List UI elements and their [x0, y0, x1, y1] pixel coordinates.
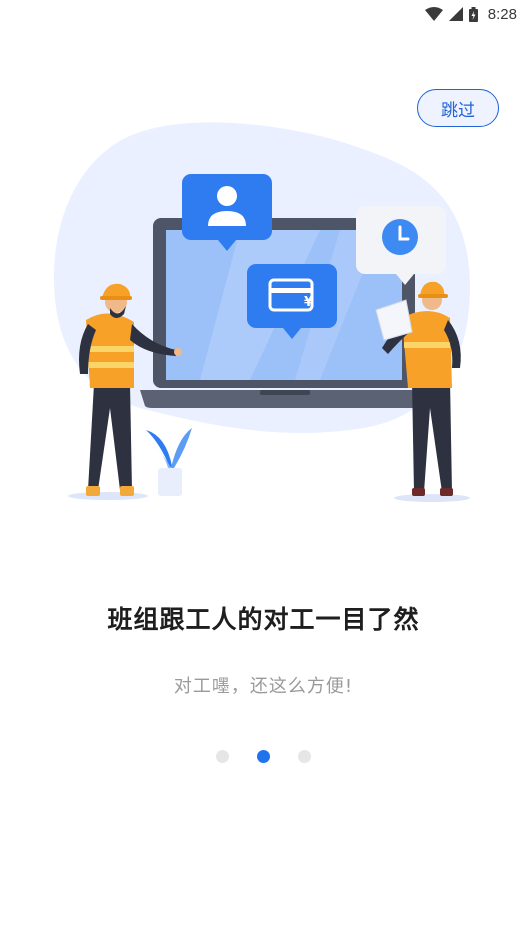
wifi-icon: [424, 7, 443, 21]
clock-bubble: [356, 206, 446, 285]
cell-signal-icon: [448, 7, 463, 21]
plant-illustration: [146, 428, 192, 496]
status-bar: 8:28: [0, 0, 527, 28]
battery-icon: [468, 6, 478, 22]
payment-bubble: ¥: [247, 264, 337, 339]
status-time: 8:28: [487, 5, 517, 23]
page-dot-1: [216, 750, 229, 763]
page-dot-3: [298, 750, 311, 763]
user-profile-bubble: [182, 174, 272, 251]
page-dot-2-active: [257, 750, 270, 763]
onboarding-subtitle: 对工嚜，还这么方便!: [173, 676, 354, 697]
yuan-symbol: ¥: [304, 295, 313, 310]
onboarding-illustration: ¥: [54, 122, 470, 502]
onboarding-headline: 班组跟工人的对工一目了然: [107, 605, 420, 634]
page-indicator: [0, 750, 527, 763]
user-icon: [217, 186, 237, 206]
